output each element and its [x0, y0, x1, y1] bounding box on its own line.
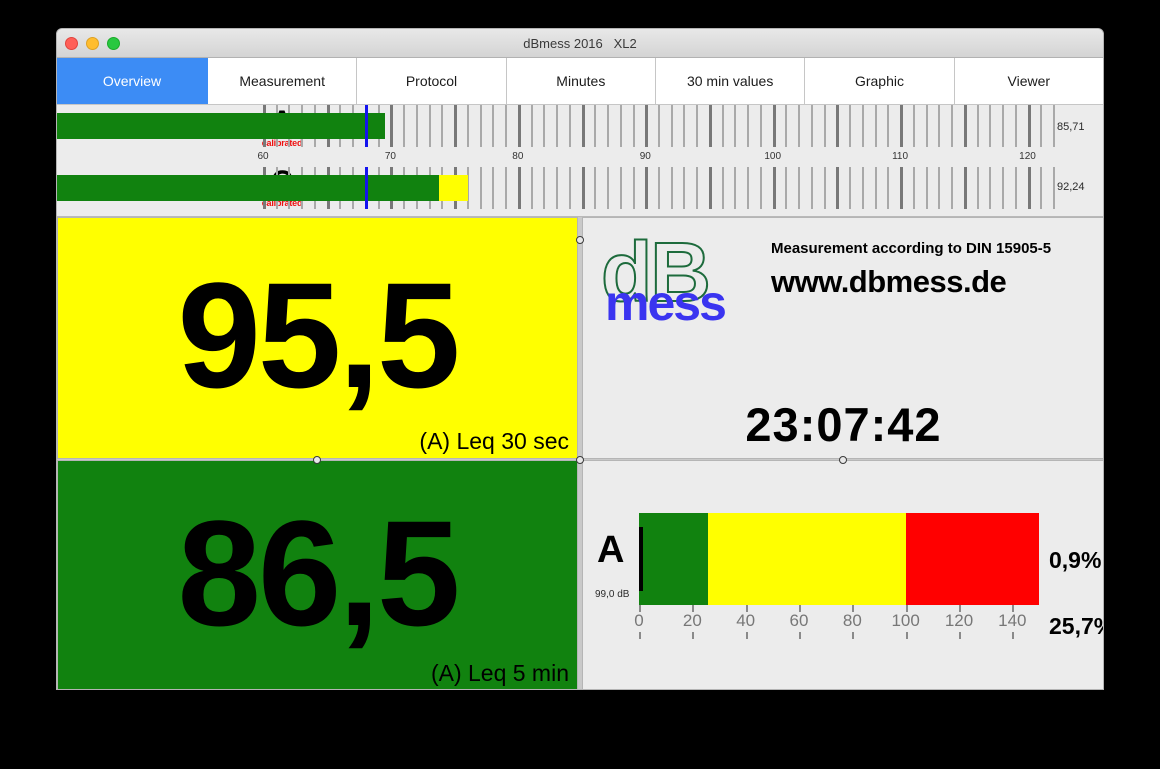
splitter-handle-center[interactable]	[576, 456, 584, 464]
tab-label: Viewer	[1008, 73, 1051, 89]
window-title: dBmess 2016 XL2	[57, 29, 1103, 58]
meter-axis-label: 80	[512, 151, 523, 162]
leq-5-min-value: 86,5	[58, 498, 577, 648]
meter-peak-marker	[365, 167, 368, 209]
histogram-axis-tick-label: 100	[891, 611, 919, 631]
panel-leq-30-sec[interactable]: 95,5 (A) Leq 30 sec	[57, 217, 578, 459]
meter-value-a: 85,71	[1057, 121, 1085, 133]
leq-5-min-caption: (A) Leq 5 min	[431, 660, 569, 687]
clock-display: 23:07:42	[583, 397, 1104, 452]
dbmess-logo: dB mess	[601, 230, 776, 335]
tab-30-min-values[interactable]: 30 min values	[656, 58, 805, 104]
histogram-bar	[639, 513, 1039, 605]
histogram-axis-tick-label: 20	[683, 611, 702, 631]
tab-label: Overview	[103, 73, 161, 89]
tab-label: Minutes	[556, 73, 605, 89]
leq-30-sec-caption: (A) Leq 30 sec	[419, 428, 569, 455]
histogram-axis-tick	[906, 632, 908, 639]
histogram-axis-tick-label: 140	[998, 611, 1026, 631]
meter-bar-a	[57, 113, 1103, 139]
tab-bar: Overview Measurement Protocol Minutes 30 min…	[57, 58, 1103, 105]
histogram-bar-segment	[906, 513, 1039, 605]
meter-axis-label: 120	[1019, 151, 1036, 162]
meter-axis: 60708090100110120	[263, 151, 1053, 165]
histogram-axis-tick	[799, 632, 801, 639]
leq-30-sec-value: 95,5	[58, 260, 577, 410]
histogram-axis-tick	[639, 632, 641, 639]
histogram-bar-segment	[708, 513, 905, 605]
meter-axis-label: 60	[257, 151, 268, 162]
splitter-handle-right[interactable]	[839, 456, 847, 464]
meter-value-c: 92,24	[1057, 181, 1085, 193]
tab-label: Graphic	[855, 73, 904, 89]
meter-peak-marker	[365, 105, 368, 147]
histogram-axis-tick-label: 120	[945, 611, 973, 631]
histogram-axis-tick-label: 80	[843, 611, 862, 631]
histogram-level-label: 99,0 dB	[595, 589, 629, 600]
meter-bar-segment	[57, 175, 439, 201]
dashboard-panes: 95,5 (A) Leq 30 sec 86,5 (A) Leq 5 min d…	[57, 217, 1104, 690]
panel-histogram[interactable]: A 99,0 dB 0 20 40 60 80 100 120 140 0,9% 25,7%	[582, 460, 1104, 690]
meter-axis-label: 100	[764, 151, 781, 162]
histogram-axis-tick	[692, 632, 694, 639]
logo-mess-text: mess	[605, 278, 725, 328]
meter-bar-segment	[57, 113, 385, 139]
panel-branding-clock: dB mess Measurement according to DIN 159…	[582, 217, 1104, 459]
histogram-pointer	[639, 527, 643, 591]
splitter-handle-top-center[interactable]	[576, 236, 584, 244]
tab-label: Protocol	[406, 73, 457, 89]
histogram-axis-tick	[1012, 632, 1014, 639]
histogram-weighting-label: A	[597, 531, 624, 569]
histogram-bar-segment	[639, 513, 708, 605]
meter-axis-label: 70	[385, 151, 396, 162]
tab-viewer[interactable]: Viewer	[955, 58, 1103, 104]
tab-label: Measurement	[239, 73, 325, 89]
tab-minutes[interactable]: Minutes	[507, 58, 656, 104]
tab-protocol[interactable]: Protocol	[357, 58, 506, 104]
meter-axis-label: 110	[892, 151, 908, 162]
histogram-axis-tick-label: 40	[736, 611, 755, 631]
histogram-axis-tick	[959, 632, 961, 639]
tab-overview[interactable]: Overview	[57, 58, 208, 104]
histogram-axis-tick-label: 60	[790, 611, 809, 631]
tab-graphic[interactable]: Graphic	[805, 58, 954, 104]
histogram-percent-top: 0,9%	[1049, 547, 1101, 574]
tab-label: 30 min values	[687, 73, 773, 89]
meter-bar-segment	[439, 175, 468, 201]
meter-axis-label: 90	[640, 151, 651, 162]
website-text[interactable]: www.dbmess.de	[771, 264, 1006, 300]
histogram-axis-tick	[746, 632, 748, 639]
histogram-axis-tick-label: 0	[634, 611, 643, 631]
title-bar: dBmess 2016 XL2	[57, 29, 1103, 58]
tab-measurement[interactable]: Measurement	[208, 58, 357, 104]
histogram-percent-bottom: 25,7%	[1049, 613, 1104, 640]
app-window: dBmess 2016 XL2 Overview Measurement Proto…	[56, 28, 1104, 690]
meter-bar-c	[57, 175, 1103, 201]
level-meter-strip: Acalibrated85,71Ccalibrated92,2460708090…	[57, 105, 1103, 217]
histogram-axis-tick	[852, 632, 854, 639]
panel-leq-5-min[interactable]: 86,5 (A) Leq 5 min	[57, 460, 578, 690]
din-standard-text: Measurement according to DIN 15905-5	[771, 240, 1051, 257]
splitter-handle-left[interactable]	[313, 456, 321, 464]
histogram-axis: 020406080100120140	[639, 605, 1039, 645]
